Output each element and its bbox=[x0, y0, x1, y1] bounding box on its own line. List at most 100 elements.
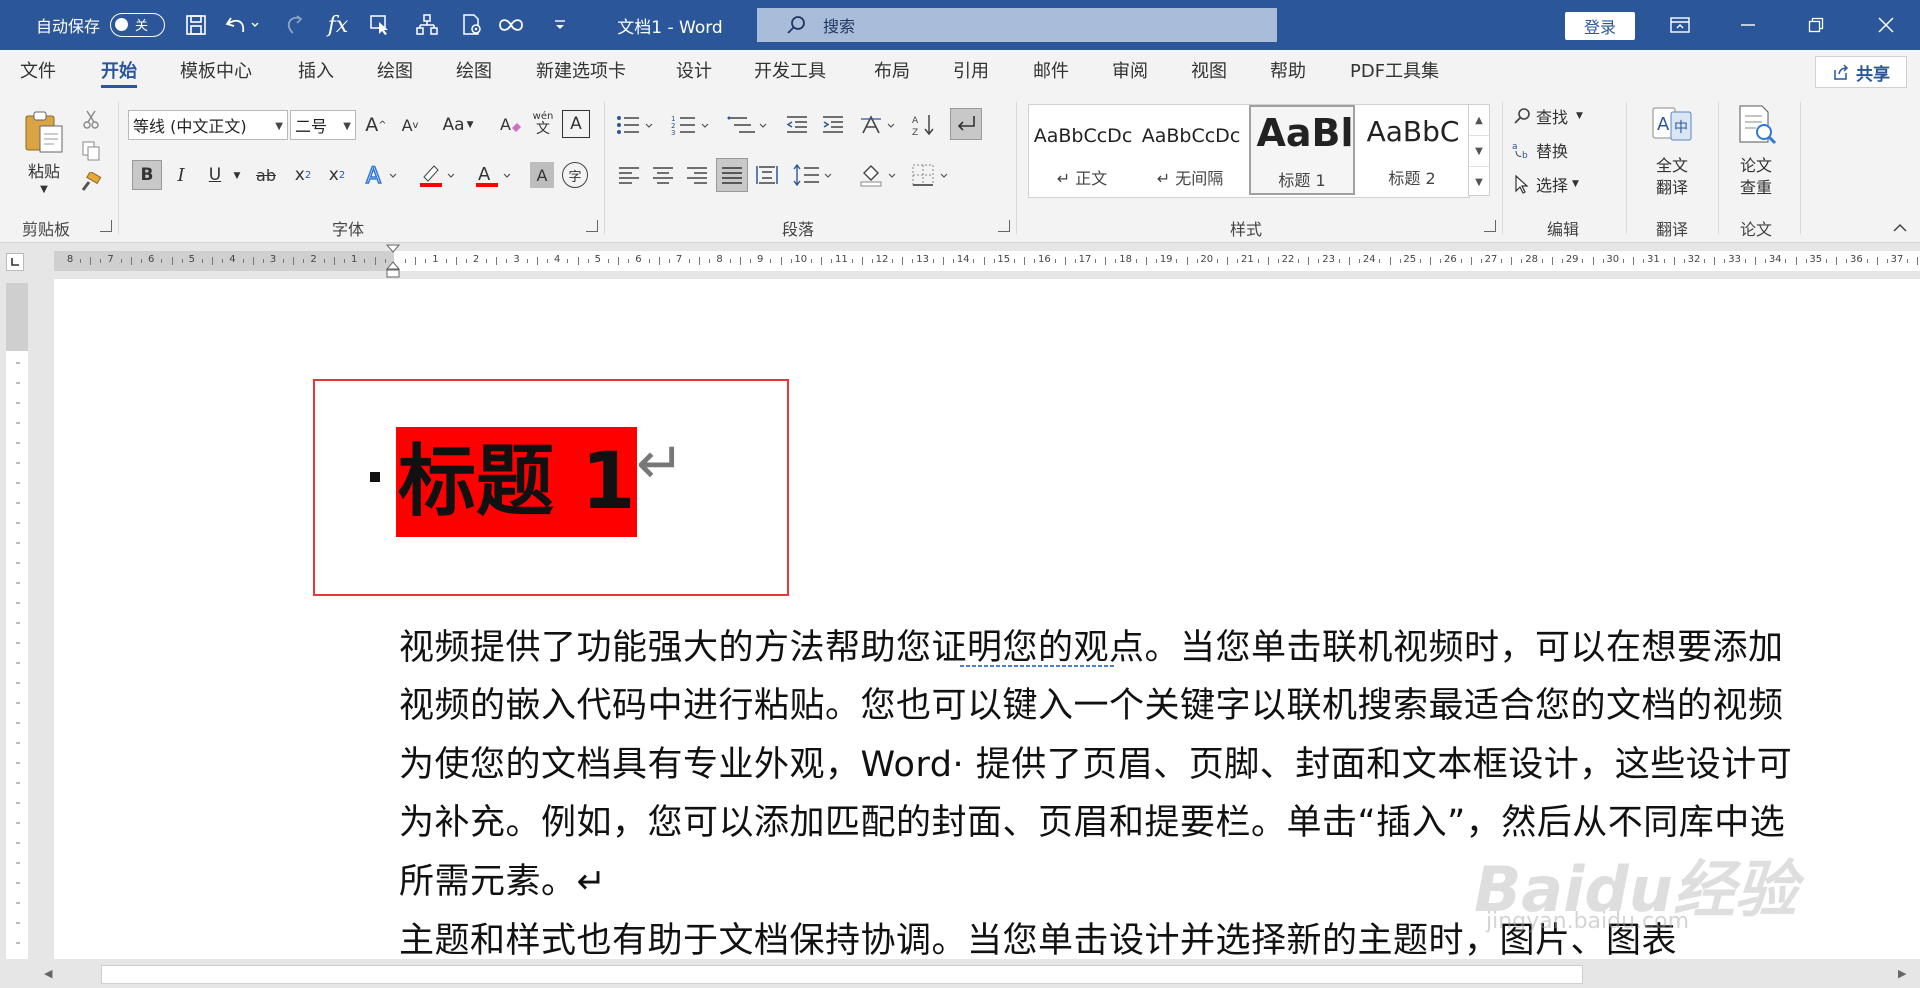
copy-icon[interactable] bbox=[78, 138, 104, 164]
tab-draw-2[interactable]: 绘图 bbox=[456, 50, 492, 92]
align-center-icon[interactable] bbox=[648, 160, 678, 190]
shading-icon[interactable] bbox=[858, 160, 904, 190]
translate-line1[interactable]: 全文 bbox=[1636, 154, 1708, 175]
font-name-select[interactable]: 等线 (中文正文) ▼ bbox=[128, 110, 288, 140]
underline-dropdown-icon[interactable]: ▼ bbox=[230, 164, 244, 188]
paper-line2[interactable]: 查重 bbox=[1720, 176, 1792, 197]
tab-references[interactable]: 引用 bbox=[953, 50, 989, 92]
body-line-5[interactable]: 所需元素。↵ bbox=[399, 853, 606, 904]
text-effects-icon[interactable]: A bbox=[362, 160, 406, 190]
clipboard-launcher-icon[interactable] bbox=[100, 220, 112, 232]
login-button[interactable]: 登录 bbox=[1565, 12, 1635, 40]
tab-design[interactable]: 设计 bbox=[676, 50, 712, 92]
scrollbar-thumb[interactable] bbox=[101, 965, 1583, 984]
style-heading-1[interactable]: AaBl 标题 1 bbox=[1249, 105, 1355, 195]
close-icon[interactable] bbox=[1864, 0, 1908, 50]
borders-icon[interactable] bbox=[910, 160, 956, 190]
line-spacing-icon[interactable] bbox=[792, 160, 838, 190]
gallery-down-icon[interactable]: ▼ bbox=[1469, 136, 1489, 167]
find-button[interactable]: 查找 ▼ bbox=[1512, 102, 1616, 130]
select-object-icon[interactable] bbox=[364, 0, 398, 50]
chinese-layout-icon[interactable] bbox=[858, 110, 904, 140]
restore-icon[interactable] bbox=[1794, 0, 1838, 50]
italic-button[interactable]: I bbox=[166, 160, 196, 190]
justify-icon[interactable] bbox=[716, 158, 748, 192]
change-case-button[interactable]: Aa ▼ bbox=[436, 110, 480, 140]
tab-selector-icon[interactable] bbox=[6, 253, 24, 271]
style-heading-2[interactable]: AaBbC 标题 2 bbox=[1359, 105, 1465, 195]
collapse-ribbon-icon[interactable] bbox=[1890, 220, 1910, 236]
body-line-3[interactable]: 为使您的文档具有专业外观，Word· 提供了页眉、页脚、封面和文本框设计，这些设… bbox=[399, 736, 1792, 787]
bullets-icon[interactable] bbox=[614, 110, 660, 140]
replace-button[interactable]: ab 替换 bbox=[1512, 136, 1616, 164]
minimize-icon[interactable] bbox=[1726, 0, 1770, 50]
tab-insert[interactable]: 插入 bbox=[298, 50, 334, 92]
enclose-characters-icon[interactable]: 字 bbox=[562, 162, 588, 188]
tab-review[interactable]: 审阅 bbox=[1112, 50, 1148, 92]
decrease-indent-icon[interactable] bbox=[782, 110, 812, 140]
multilevel-list-icon[interactable] bbox=[726, 110, 772, 140]
clear-formatting-icon[interactable]: A bbox=[496, 110, 526, 140]
show-paragraph-marks-icon[interactable] bbox=[950, 108, 982, 140]
gallery-up-icon[interactable]: ▲ bbox=[1469, 105, 1489, 136]
numbering-icon[interactable]: 123 bbox=[670, 110, 716, 140]
character-border-icon[interactable]: A bbox=[562, 110, 590, 138]
tab-template-center[interactable]: 模板中心 bbox=[180, 50, 252, 92]
share-button[interactable]: 共享 bbox=[1815, 56, 1907, 88]
tab-developer[interactable]: 开发工具 bbox=[754, 50, 826, 92]
format-painter-icon[interactable] bbox=[78, 170, 104, 196]
paragraph-launcher-icon[interactable] bbox=[998, 220, 1010, 232]
body-line-4[interactable]: 为补充。例如，您可以添加匹配的封面、页眉和提要栏。单击“插入”，然后从不同库中选 bbox=[399, 794, 1785, 845]
font-size-select[interactable]: 二号 ▼ bbox=[290, 110, 356, 140]
sort-icon[interactable]: AZ bbox=[910, 110, 940, 140]
align-right-icon[interactable] bbox=[682, 160, 712, 190]
infinity-icon[interactable] bbox=[494, 0, 528, 50]
increase-indent-icon[interactable] bbox=[818, 110, 848, 140]
underline-button[interactable]: U bbox=[200, 160, 230, 190]
styles-gallery-scroll[interactable]: ▲ ▼ ▼ bbox=[1468, 104, 1490, 196]
horizontal-scrollbar[interactable]: ◀ ▶ bbox=[36, 959, 1920, 988]
paste-dropdown-icon[interactable]: ▼ bbox=[34, 182, 54, 196]
org-chart-icon[interactable] bbox=[410, 0, 444, 50]
vertical-ruler[interactable] bbox=[0, 279, 36, 959]
ribbon-display-options-icon[interactable] bbox=[1658, 0, 1702, 50]
distributed-icon[interactable] bbox=[752, 160, 782, 190]
autosave-toggle[interactable]: 关 bbox=[110, 13, 165, 37]
translate-line2[interactable]: 翻译 bbox=[1636, 176, 1708, 197]
character-shading-icon[interactable]: A bbox=[530, 162, 554, 188]
style-normal[interactable]: AaBbCcDc ↵ 正文 bbox=[1029, 105, 1135, 195]
translate-icon[interactable]: A中 bbox=[1646, 100, 1698, 150]
search-box[interactable]: 搜索 bbox=[757, 8, 1277, 42]
plagiarism-check-icon[interactable] bbox=[1730, 100, 1782, 150]
tab-help[interactable]: 帮助 bbox=[1270, 50, 1306, 92]
tab-new-tab[interactable]: 新建选项卡 bbox=[536, 50, 626, 92]
horizontal-ruler[interactable]: 8 7 6 5 4 3 2 1 1 2 3 4 5 6 7 8 9 10 11 12 13 14 15 16 17 18 19 20 2… bbox=[0, 243, 1920, 279]
paper-line1[interactable]: 论文 bbox=[1720, 154, 1792, 175]
tab-layout[interactable]: 布局 bbox=[874, 50, 910, 92]
strikethrough-button[interactable]: ab bbox=[250, 160, 282, 190]
select-button[interactable]: 选择 ▼ bbox=[1512, 170, 1616, 198]
cut-icon[interactable] bbox=[78, 106, 104, 132]
grow-font-icon[interactable]: A ^ bbox=[362, 110, 390, 140]
subscript-button[interactable]: x2 bbox=[288, 160, 318, 190]
tab-home[interactable]: 开始 bbox=[101, 50, 137, 92]
paste-icon[interactable] bbox=[18, 106, 70, 158]
tab-file[interactable]: 文件 bbox=[20, 50, 56, 92]
function-icon[interactable]: fx bbox=[320, 0, 356, 50]
heading-1-text[interactable]: 标题 1 bbox=[396, 427, 638, 537]
phonetic-guide-icon[interactable]: wén 文 bbox=[528, 108, 558, 140]
tab-pdf-tools[interactable]: PDF工具集 bbox=[1350, 50, 1439, 92]
shrink-font-icon[interactable]: Av bbox=[396, 110, 424, 140]
tab-view[interactable]: 视图 bbox=[1191, 50, 1227, 92]
body-line-2[interactable]: 视频的嵌入代码中进行粘贴。您也可以键入一个关键字以联机搜索最适合您的文档的视频 bbox=[399, 677, 1784, 728]
customize-toolbar-icon[interactable] bbox=[548, 0, 572, 50]
gallery-more-icon[interactable]: ▼ bbox=[1469, 167, 1489, 197]
font-color-icon[interactable]: A bbox=[472, 160, 522, 190]
body-line-1[interactable]: 视频提供了功能强大的方法帮助您证明您的观点。当您单击联机视频时，可以在想要添加 bbox=[399, 619, 1784, 670]
redo-icon[interactable] bbox=[278, 0, 310, 50]
paste-label[interactable]: 粘贴 bbox=[18, 158, 70, 182]
superscript-button[interactable]: x2 bbox=[322, 160, 352, 190]
style-no-spacing[interactable]: AaBbCcDc ↵ 无间隔 bbox=[1137, 105, 1243, 195]
styles-launcher-icon[interactable] bbox=[1484, 220, 1496, 232]
tab-draw[interactable]: 绘图 bbox=[377, 50, 413, 92]
